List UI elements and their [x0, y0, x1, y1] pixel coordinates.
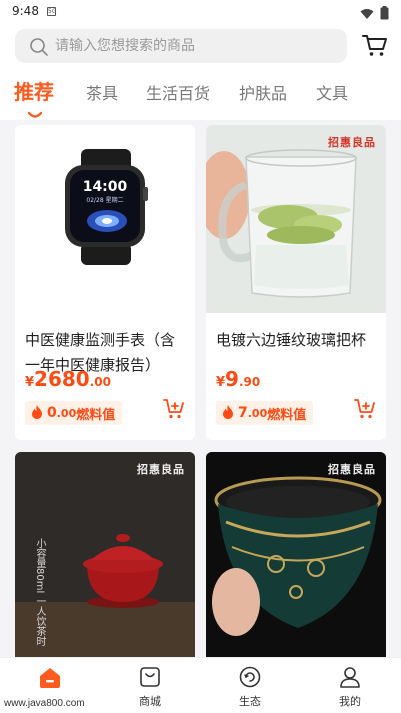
home-icon [38, 667, 62, 693]
brand-logo: 招惠良品 [328, 136, 376, 149]
product-image: 招惠良品 小容量80ml 一人饮茶时 [15, 452, 195, 657]
fuel-badge: 7.00 燃料值 [216, 401, 314, 425]
brand-logo: 招惠良品 [328, 463, 376, 476]
product-image: 招惠良品 [206, 125, 386, 313]
nav-shop[interactable]: 商城 [100, 658, 200, 713]
flame-icon [31, 404, 43, 423]
wifi-icon [360, 5, 374, 24]
tab-recommend[interactable]: 推荐 [14, 76, 54, 105]
status-time: 9:48 [12, 4, 39, 18]
nav-profile[interactable]: 我的 [300, 658, 400, 713]
cart-icon[interactable] [362, 34, 388, 62]
search-input[interactable] [55, 29, 335, 63]
product-price: ¥9.90 [216, 367, 261, 391]
add-to-cart-icon[interactable] [163, 398, 185, 424]
product-card[interactable]: 招惠良品 [206, 452, 386, 657]
brand-logo: 招惠良品 [137, 463, 185, 476]
search-icon [29, 37, 49, 61]
sim-icon: 5G [47, 7, 57, 16]
product-price: ¥2680.00 [25, 367, 111, 391]
product-card[interactable]: 14:00 02/28 星期二 中医健康监测手表（含一年中医健康报告） ¥268… [15, 125, 195, 440]
nav-label: 商城 [139, 695, 161, 708]
add-to-cart-icon[interactable] [354, 398, 376, 424]
product-image: 招惠良品 [206, 452, 386, 657]
tab-daily-goods[interactable]: 生活百货 [146, 80, 210, 104]
flame-icon [222, 404, 234, 423]
tab-skincare[interactable]: 护肤品 [239, 80, 287, 104]
product-card[interactable]: 招惠良品 电镀六边锤纹玻璃把杯 ¥9.90 7.00 燃料值 [206, 125, 386, 440]
profile-icon [339, 666, 361, 692]
product-card[interactable]: 招惠良品 小容量80ml 一人饮茶时 [15, 452, 195, 657]
image-caption: 小容量80ml 一人饮茶时 [34, 538, 45, 647]
watch-date: 02/28 星期二 [86, 196, 123, 204]
battery-icon [380, 5, 389, 24]
product-image: 14:00 02/28 星期二 [15, 125, 195, 313]
nav-ecology[interactable]: 生态 [200, 658, 300, 713]
tab-tea-set[interactable]: 茶具 [86, 80, 118, 104]
search-bar[interactable] [15, 29, 347, 63]
category-tabs: 推荐 茶具 生活百货 护肤品 文具 [0, 76, 401, 120]
ecology-icon [239, 666, 261, 692]
watch-time: 14:00 [83, 179, 128, 195]
fuel-badge: 0.00 燃料值 [25, 401, 123, 425]
watermark: www.java800.com [4, 698, 85, 709]
product-title: 电镀六边锤纹玻璃把杯 [216, 331, 367, 349]
nav-label: 生态 [239, 695, 261, 708]
header: 推荐 茶具 生活百货 护肤品 文具 [0, 24, 401, 120]
product-grid: 14:00 02/28 星期二 中医健康监测手表（含一年中医健康报告） ¥268… [0, 120, 401, 657]
tab-stationery[interactable]: 文具 [316, 80, 348, 104]
status-bar: 9:48 5G [0, 0, 401, 24]
nav-label: 我的 [339, 695, 361, 708]
shop-icon [139, 666, 161, 692]
